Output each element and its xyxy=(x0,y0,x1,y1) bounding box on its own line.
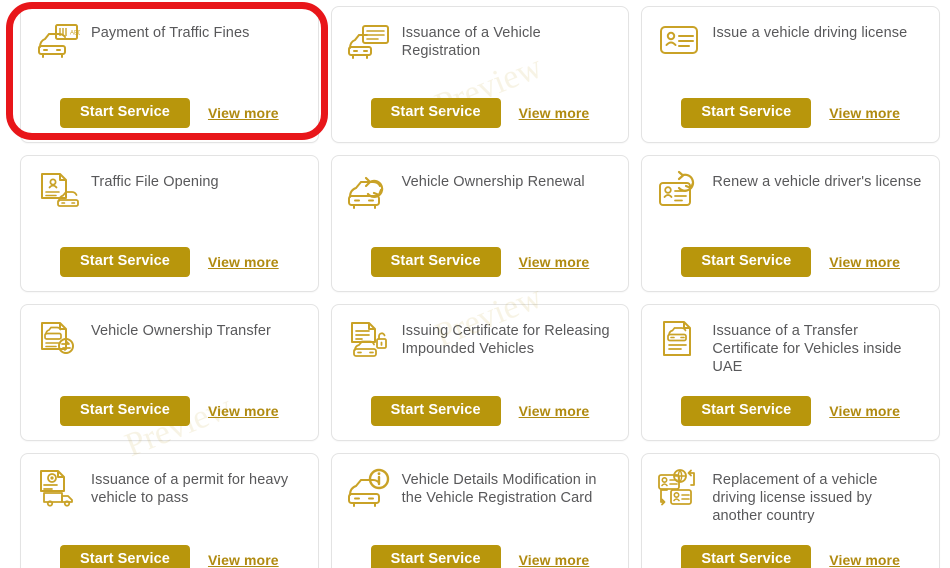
start-service-button[interactable]: Start Service xyxy=(60,98,190,128)
view-more-link[interactable]: View more xyxy=(519,105,590,121)
document-car-certificate-icon xyxy=(656,319,702,359)
service-card[interactable]: Renew a vehicle driver's license Start Se… xyxy=(641,155,940,292)
service-card[interactable]: Traffic File Opening Start Service View mo… xyxy=(20,155,319,292)
view-more-link[interactable]: View more xyxy=(208,403,279,419)
service-card[interactable]: Issuing Certificate for Releasing Impoun… xyxy=(330,304,630,441)
start-service-button[interactable]: Start Service xyxy=(681,545,812,568)
service-title: Payment of Traffic Fines xyxy=(91,25,250,41)
view-more-link[interactable]: View more xyxy=(829,105,900,121)
service-card[interactable]: Vehicle Ownership Transfer Start Service V… xyxy=(20,304,319,441)
document-car-transfer-icon xyxy=(35,319,81,359)
service-card-actions: Start Service View more xyxy=(656,247,925,279)
document-truck-permit-icon xyxy=(35,468,81,508)
service-card-header: Issue a vehicle driving license xyxy=(656,21,925,98)
service-card-actions: Start Service View more xyxy=(346,396,615,428)
service-card-header: Vehicle Details Modification in the Vehi… xyxy=(346,468,615,545)
service-card-header: Issuing Certificate for Releasing Impoun… xyxy=(346,319,615,396)
service-card-header: Issuance of a Vehicle Registration xyxy=(346,21,615,98)
car-registration-card-icon xyxy=(346,21,392,61)
view-more-link[interactable]: View more xyxy=(519,552,590,568)
license-renew-arrows-icon xyxy=(656,170,702,210)
view-more-link[interactable]: View more xyxy=(208,254,279,270)
start-service-button[interactable]: Start Service xyxy=(370,545,501,568)
service-card[interactable]: Vehicle Ownership Renewal Start Service Vi… xyxy=(330,155,630,292)
start-service-button[interactable]: Start Service xyxy=(370,247,501,277)
start-service-button[interactable]: Start Service xyxy=(60,247,190,277)
license-exchange-globe-icon xyxy=(656,468,702,508)
car-info-icon xyxy=(346,468,392,508)
document-person-car-icon xyxy=(35,170,81,210)
view-more-link[interactable]: View more xyxy=(208,105,279,121)
service-title: Issuance of a permit for heavy vehicle t… xyxy=(91,472,289,506)
services-grid: Payment of Traffic Fines Start Service Vie… xyxy=(0,0,950,568)
service-card-actions: Start Service View more xyxy=(35,545,304,568)
service-card[interactable]: Issuance of a Transfer Certificate for V… xyxy=(641,304,940,441)
view-more-link[interactable]: View more xyxy=(829,552,900,568)
view-more-link[interactable]: View more xyxy=(829,254,900,270)
service-title: Issue a vehicle driving license xyxy=(712,25,908,41)
service-title: Replacement of a vehicle driving license… xyxy=(712,472,878,524)
service-card-actions: Start Service View more xyxy=(35,98,304,130)
service-title: Traffic File Opening xyxy=(91,174,219,190)
view-more-link[interactable]: View more xyxy=(519,254,590,270)
service-card-header: Issuance of a permit for heavy vehicle t… xyxy=(35,468,304,545)
service-title: Vehicle Ownership Transfer xyxy=(91,323,271,339)
car-fine-ticket-icon xyxy=(35,21,81,61)
service-card[interactable]: Issuance of a permit for heavy vehicle t… xyxy=(20,453,319,568)
service-card-header: Vehicle Ownership Renewal xyxy=(346,170,615,247)
service-title: Issuance of a Vehicle Registration xyxy=(401,25,541,59)
service-card[interactable]: Payment of Traffic Fines Start Service Vie… xyxy=(20,6,319,143)
service-card-actions: Start Service View more xyxy=(656,98,925,130)
service-card-actions: Start Service View more xyxy=(346,247,615,279)
service-card-header: Renew a vehicle driver's license xyxy=(656,170,925,247)
service-card-actions: Start Service View more xyxy=(346,545,615,568)
service-card[interactable]: Issue a vehicle driving license Start Ser… xyxy=(641,6,940,143)
service-card[interactable]: Replacement of a vehicle driving license… xyxy=(641,453,940,568)
service-card-actions: Start Service View more xyxy=(656,396,925,428)
driving-license-card-icon xyxy=(656,21,702,61)
start-service-button[interactable]: Start Service xyxy=(370,98,501,128)
car-renew-arrows-icon xyxy=(346,170,392,210)
start-service-button[interactable]: Start Service xyxy=(681,98,812,128)
service-card-header: Replacement of a vehicle driving license… xyxy=(656,468,925,545)
start-service-button[interactable]: Start Service xyxy=(681,396,812,426)
service-card[interactable]: Issuance of a Vehicle Registration Start … xyxy=(330,6,630,143)
service-card-header: Issuance of a Transfer Certificate for V… xyxy=(656,319,925,396)
start-service-button[interactable]: Start Service xyxy=(60,396,190,426)
service-title: Vehicle Ownership Renewal xyxy=(401,174,585,190)
start-service-button[interactable]: Start Service xyxy=(681,247,812,277)
service-card-header: Traffic File Opening xyxy=(35,170,304,247)
service-title: Renew a vehicle driver's license xyxy=(712,174,922,190)
service-card-actions: Start Service View more xyxy=(35,247,304,279)
service-title: Issuing Certificate for Releasing Impoun… xyxy=(401,323,610,357)
service-card-actions: Start Service View more xyxy=(656,545,925,568)
start-service-button[interactable]: Start Service xyxy=(60,545,190,568)
document-car-unlock-icon xyxy=(346,319,392,359)
service-card-header: Payment of Traffic Fines xyxy=(35,21,304,98)
service-card-actions: Start Service View more xyxy=(35,396,304,428)
view-more-link[interactable]: View more xyxy=(519,403,590,419)
service-card-header: Vehicle Ownership Transfer xyxy=(35,319,304,396)
services-page: Preview Preview Preview Payment of Traff… xyxy=(0,0,950,568)
view-more-link[interactable]: View more xyxy=(829,403,900,419)
start-service-button[interactable]: Start Service xyxy=(370,396,501,426)
service-title: Vehicle Details Modification in the Vehi… xyxy=(401,472,597,506)
service-card[interactable]: Vehicle Details Modification in the Vehi… xyxy=(330,453,630,568)
view-more-link[interactable]: View more xyxy=(208,552,279,568)
service-card-actions: Start Service View more xyxy=(346,98,615,130)
service-title: Issuance of a Transfer Certificate for V… xyxy=(712,323,902,375)
